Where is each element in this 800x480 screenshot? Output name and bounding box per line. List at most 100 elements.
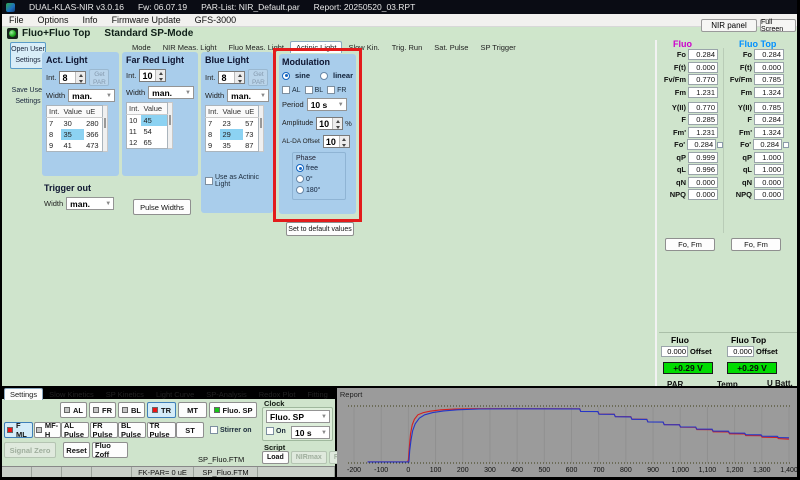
table-cell[interactable]: 54 [141,126,167,137]
bl-button[interactable]: BL [118,402,145,418]
table-cell[interactable]: 23 [220,118,243,130]
tab-fitting[interactable]: Fitting [301,388,333,400]
tbl-fr-grid[interactable]: Int.Value104511541265 [126,102,168,149]
table-scrollbar[interactable] [259,105,264,152]
fluo-sp-button[interactable]: Fluo. SP [209,402,257,418]
far-red-table[interactable]: Int.Value104511541265 [126,102,194,149]
act-width-dropdown[interactable]: man. ▼ [68,89,115,102]
tr-button[interactable]: TR [147,402,176,418]
full-screen-button[interactable]: Full Screen [760,19,796,32]
mt-button[interactable]: MT [178,402,207,418]
mf-h-button[interactable]: MF-H [34,422,61,438]
st-button[interactable]: ST [176,422,204,438]
table-scrollbar[interactable] [168,102,173,149]
fr-button[interactable]: FR [89,402,116,418]
tab-report[interactable]: Report [334,388,369,400]
bl-checkbox[interactable] [305,86,313,94]
table-cell[interactable]: 41 [61,140,84,152]
table-cell[interactable]: 12 [127,137,142,149]
table-cell[interactable]: 10 [127,115,142,127]
table-row[interactable]: 730280 [47,118,103,130]
tr-pulse-button[interactable]: TR Pulse [147,422,176,438]
table-cell[interactable]: 35 [220,140,243,152]
offset-down-icon[interactable] [340,142,349,148]
reset-button[interactable]: Reset [63,442,90,458]
table-cell[interactable]: 8 [47,129,62,140]
sine-radio[interactable] [282,72,290,80]
blue-light-table[interactable]: Int.ValueuE723578297393587 [205,105,269,152]
table-cell[interactable]: 73 [243,129,258,140]
tab-settings[interactable]: Settings [4,388,43,400]
tab-trig-run[interactable]: Trig. Run [386,41,429,53]
table-row[interactable]: 1154 [127,126,168,137]
table-row[interactable]: 835366 [47,129,103,140]
table-cell[interactable]: 29 [220,129,243,140]
fo-prime-checkbox[interactable] [717,142,723,148]
table-cell[interactable]: 11 [127,126,142,137]
tbl-act-grid[interactable]: Int.ValueuE730280835366941473 [46,105,103,152]
fo-prime-checkbox[interactable] [783,142,789,148]
table-cell[interactable]: 280 [84,118,102,130]
phase-radio-2[interactable] [296,186,304,194]
table-cell[interactable]: 30 [61,118,84,130]
table-cell[interactable]: 9 [206,140,221,152]
fr-int-down-icon[interactable] [156,76,165,82]
tab-redox-plot[interactable]: Redox Plot [253,388,302,400]
fluo-zoff-button[interactable]: Fluo Zoff [92,442,128,458]
amplitude-spinner[interactable]: 10 [316,117,343,130]
tab-light-curve[interactable]: Light Curve [150,388,200,400]
blue-get-par-button[interactable]: Get PAR [248,69,268,86]
al-checkbox[interactable] [282,86,290,94]
table-cell[interactable]: 65 [141,137,167,149]
save-user-settings-button[interactable]: Save User Settings [10,83,46,110]
nir-panel-button[interactable]: NIR panel [701,19,757,32]
table-scrollbar[interactable] [103,105,108,152]
act-int-down-icon[interactable] [76,78,85,84]
table-cell[interactable]: 7 [206,118,221,130]
menu-item-info[interactable]: Info [76,15,105,25]
al-button[interactable]: AL [60,402,87,418]
blue-int-down-icon[interactable] [235,78,244,84]
tbl-blue-grid[interactable]: Int.ValueuE723578297393587 [205,105,259,152]
table-cell[interactable]: 366 [84,129,102,140]
tab-slow-kin-[interactable]: Slow Kin. [342,41,385,53]
table-cell[interactable]: 7 [47,118,62,130]
tab-sp-kinetics[interactable]: SP Kinetics [100,388,150,400]
linear-radio[interactable] [320,72,328,80]
fr-pulse-button[interactable]: FR Pulse [90,422,118,438]
script-nirmax-button[interactable]: NIRmax [291,451,327,464]
table-row[interactable]: 1045 [127,115,168,127]
stirrer-checkbox[interactable] [210,426,218,434]
tab-sp-trigger[interactable]: SP Trigger [474,41,521,53]
pulse-widths-button[interactable]: Pulse Widths [133,199,191,215]
table-row[interactable]: 941473 [47,140,103,152]
phase-radio-0[interactable] [296,164,304,172]
fr-checkbox[interactable] [327,86,335,94]
fo-fm-button-1[interactable]: Fo, Fm [731,238,781,251]
set-defaults-button[interactable]: Set to default values [286,222,354,236]
tab-actinic-light[interactable]: Actinic Light [290,41,342,53]
period-dropdown[interactable]: 10 s ▼ [307,98,347,111]
phase-radio-1[interactable] [296,175,304,183]
use-actinic-checkbox[interactable] [205,177,213,185]
table-row[interactable]: 82973 [206,129,259,140]
bl-pulse-button[interactable]: BL Pulse [118,422,146,438]
menu-item-file[interactable]: File [2,15,31,25]
clock-mode-dropdown[interactable]: Fluo. SP ▼ [266,410,330,423]
f-ml-button[interactable]: F ML [4,422,33,438]
tab-slow-kinetics[interactable]: Slow Kinetics [43,388,100,400]
tab-sat-pulse[interactable]: Sat. Pulse [428,41,474,53]
table-cell[interactable]: 45 [141,115,167,127]
amplitude-down-icon[interactable] [333,124,342,130]
open-user-settings-button[interactable]: Open User Settings [10,42,46,69]
trigger-width-dropdown[interactable]: man. ▼ [66,197,114,210]
al-pulse-button[interactable]: AL Pulse [61,422,89,438]
table-cell[interactable]: 8 [206,129,221,140]
menu-item-firmware-update[interactable]: Firmware Update [105,15,188,25]
blue-int-spinner[interactable]: 8 [218,71,245,84]
script-load-button[interactable]: Load [262,451,289,464]
clock-on-checkbox[interactable] [266,427,274,435]
act-get-par-button[interactable]: Get PAR [89,69,109,86]
fr-width-dropdown[interactable]: man. ▼ [148,86,194,99]
table-cell[interactable]: 57 [243,118,258,130]
